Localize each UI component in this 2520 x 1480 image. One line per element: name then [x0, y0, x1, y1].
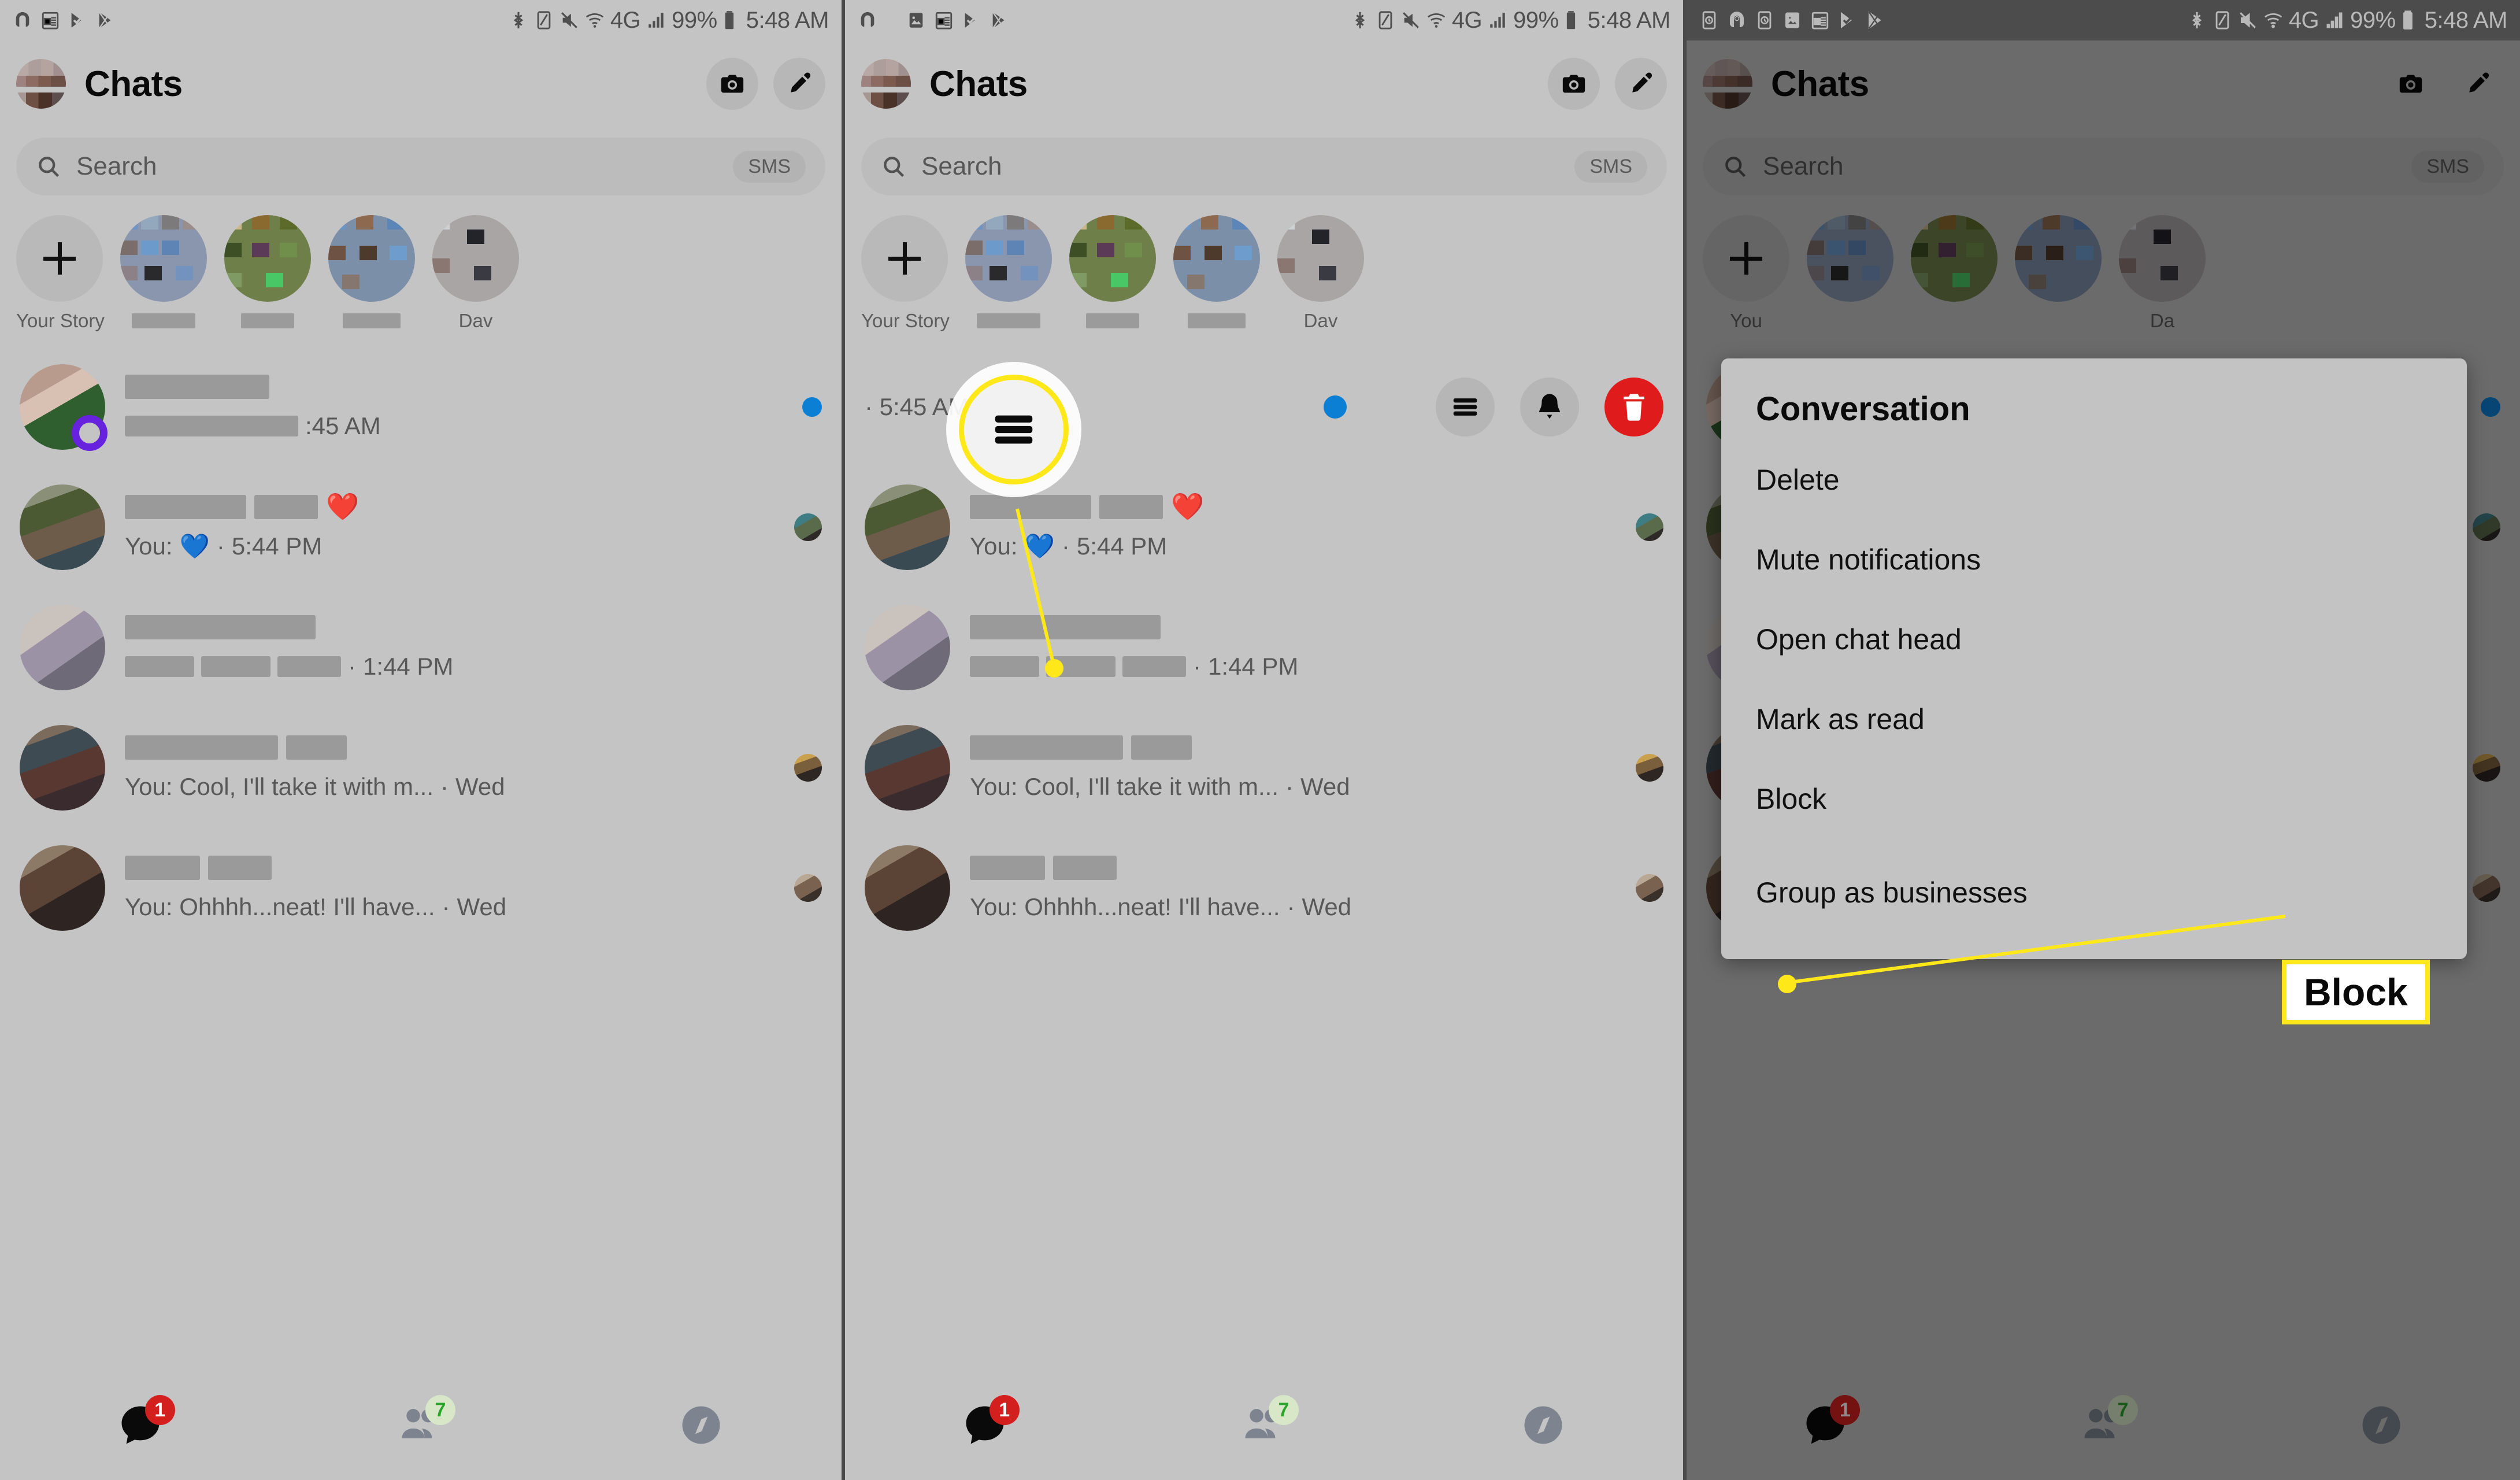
sidebar-item-chats[interactable]: 1: [0, 1395, 280, 1452]
mini-avatar: [794, 754, 822, 782]
three-panel-tutorial-screenshot: 4G 99% 5:48 AM Chats Search SMS Your Sto…: [0, 0, 2520, 1480]
play-check-icon: [68, 9, 88, 31]
story-item[interactable]: [224, 215, 311, 328]
callout-anchor-dot: [1778, 975, 1796, 993]
chat-avatar[interactable]: [20, 725, 105, 811]
chat-list: :45 AM ❤️ You: 💙 · 5:44 PM · 1:44 PM You…: [0, 347, 842, 948]
chat-name: [125, 735, 794, 760]
story-item[interactable]: [328, 215, 415, 328]
story-label: Your Story: [16, 310, 105, 331]
table-row[interactable]: You: Ohhhh...neat! I'll have... · Wed: [0, 828, 842, 948]
chat-name: [125, 855, 794, 880]
search-input[interactable]: Search: [76, 152, 157, 181]
battery-percent-label: 99%: [672, 8, 717, 33]
chat-timestamp: :45 AM: [305, 412, 381, 439]
chat-avatar[interactable]: [20, 605, 105, 690]
story-thumbnail: [224, 215, 311, 302]
chat-preview: You: 💙 · 5:44 PM: [125, 532, 323, 560]
mini-avatar: [794, 874, 822, 902]
story-thumbnail: [432, 215, 519, 302]
story-add-your-story[interactable]: Your Story: [16, 215, 105, 332]
table-row[interactable]: ❤️ You: 💙 · 5:44 PM: [0, 467, 842, 587]
chat-timestamp: Wed: [457, 893, 507, 920]
story-label: [343, 313, 401, 328]
callout-label-block: Block: [2282, 960, 2430, 1024]
story-label: [241, 313, 294, 328]
chat-preview: :45 AM: [125, 412, 802, 440]
table-row[interactable]: :45 AM: [0, 347, 842, 467]
chat-timestamp: 5:44 PM: [231, 532, 323, 560]
compass-icon: [682, 1406, 720, 1444]
compose-icon: [791, 72, 811, 92]
story-item[interactable]: Dav: [432, 215, 519, 332]
page-title: Chats: [84, 64, 183, 104]
search-bar[interactable]: Search SMS: [16, 138, 825, 195]
chat-preview-text: You: Ohhhh...neat! I'll have...: [125, 893, 435, 920]
header-actions: [706, 58, 825, 110]
table-row[interactable]: You: Cool, I'll take it with m... · Wed: [0, 708, 842, 828]
sms-chip[interactable]: SMS: [733, 150, 806, 183]
hamburger-icon: [995, 415, 1033, 444]
chat-avatar[interactable]: [20, 845, 105, 931]
chat-timestamp: Wed: [455, 773, 505, 800]
story-thumbnail: [120, 215, 207, 302]
chat-preview-text: You: Cool, I'll take it with m...: [125, 773, 434, 800]
sidebar-item-people[interactable]: 7: [280, 1395, 561, 1452]
blue-heart-emoji: 💙: [179, 532, 210, 560]
notepad-icon: [40, 9, 60, 31]
table-row[interactable]: · 1:44 PM: [0, 587, 842, 708]
story-thumbnail: [328, 215, 415, 302]
headphones-icon: [13, 9, 32, 31]
callout-leader-line: [1016, 508, 1056, 668]
story-label: [132, 313, 195, 328]
story-ring-badge: [72, 415, 108, 451]
callout-anchor-dot: [1045, 659, 1063, 678]
nfc-icon: [534, 9, 554, 31]
heart-emoji: ❤️: [326, 491, 360, 521]
mini-avatar: [794, 513, 822, 541]
status-bar-notifications: [13, 9, 116, 31]
bottom-navigation: 1 7: [0, 1370, 842, 1480]
chat-avatar[interactable]: [20, 364, 108, 451]
chat-preview: You: Ohhhh...neat! I'll have... · Wed: [125, 893, 507, 920]
status-bar: 4G 99% 5:48 AM: [0, 0, 842, 40]
callout-leader-line: [1785, 915, 2286, 985]
chat-name: [125, 615, 822, 640]
clock-label: 5:48 AM: [746, 7, 829, 33]
search-icon: [39, 157, 60, 177]
avatar[interactable]: [16, 59, 66, 109]
stories-row: Your Story Dav: [0, 195, 842, 332]
status-badge: 1: [144, 1395, 175, 1425]
chat-timestamp: 1:44 PM: [363, 653, 454, 680]
callout-magnifier: [959, 375, 1069, 484]
chat-avatar[interactable]: [20, 484, 105, 570]
plus-icon: [16, 215, 103, 302]
status-bar-system: 4G 99% 5:48 AM: [509, 8, 829, 34]
chat-name: ❤️: [125, 491, 794, 521]
camera-icon: [721, 75, 744, 93]
mute-icon: [559, 9, 579, 31]
play-store-icon: [96, 9, 116, 31]
app-header: Chats: [0, 40, 842, 127]
chat-preview: · 1:44 PM: [125, 653, 822, 680]
panel-conversation-menu: 4G 99% 5:48 AM Chats Search SMS You Da 1…: [1683, 0, 2520, 1480]
chat-preview: You: Cool, I'll take it with m... · Wed: [125, 773, 505, 800]
chat-name: [125, 374, 802, 399]
sidebar-item-discover[interactable]: [561, 1398, 842, 1452]
panel-chats-list: 4G 99% 5:48 AM Chats Search SMS Your Sto…: [0, 0, 842, 1480]
story-label: Dav: [458, 310, 493, 331]
callout-text: Block: [2304, 971, 2408, 1013]
camera-button[interactable]: [706, 58, 758, 110]
panel-chat-actions: 4G 99% 5:48 AM Chats Search SMS Your Sto…: [842, 0, 1683, 1480]
battery-icon: [723, 9, 736, 31]
network-type-label: 4G: [610, 8, 641, 33]
wifi-icon: [585, 9, 605, 31]
compose-button[interactable]: [773, 58, 825, 110]
bluetooth-icon: [509, 9, 528, 31]
signal-icon: [646, 9, 666, 31]
status-badge: 7: [425, 1395, 455, 1425]
unread-dot: [802, 397, 822, 417]
story-item[interactable]: [120, 215, 207, 328]
